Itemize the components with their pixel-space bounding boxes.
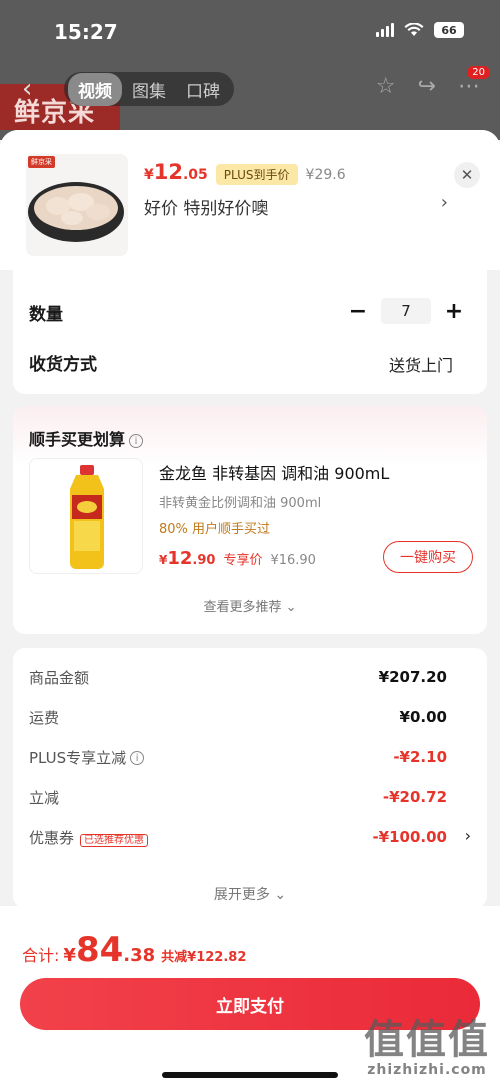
chevron-right-icon[interactable]: › [465, 826, 471, 845]
recommend-price-row: ¥12.90 专享价 ¥16.90 [159, 548, 316, 569]
recommend-original-price: ¥16.90 [270, 553, 316, 568]
media-tabs: 视频 图集 口碑 [64, 72, 234, 106]
total-row: 合计: ¥ 84 .38 共减¥122.82 [22, 930, 246, 970]
total-currency: ¥ [63, 945, 76, 966]
more-recommendations-link[interactable]: 查看更多推荐 ⌄ [13, 596, 487, 615]
delivery-method[interactable]: 送货上门 [389, 352, 453, 376]
recommend-product-image[interactable] [29, 458, 143, 574]
plus-price-tag: PLUS到手价 [215, 164, 298, 185]
star-icon[interactable]: ☆ [376, 74, 396, 99]
status-icons: 66 [376, 22, 464, 38]
delivery-label: 收货方式 [29, 355, 97, 375]
recommendation-title: 顺手买更划算 i [29, 426, 144, 450]
quantity-input[interactable] [381, 298, 431, 324]
summary-value: -¥20.72 [382, 788, 447, 806]
chevron-right-icon[interactable]: › [441, 192, 448, 213]
product-header: 鲜京采 ¥12.05 PLUS到手价 ¥29.6 好价 特别好价噢 › ✕ [0, 130, 500, 270]
recommend-hint: 80% 用户顺手买过 [159, 522, 271, 537]
product-brand-label: 鲜京采 [28, 156, 55, 168]
close-button[interactable]: ✕ [454, 162, 480, 188]
expand-more-link[interactable]: 展开更多 ⌄ [13, 884, 487, 904]
watermark: 值值值 zhizhizhi.com [364, 1018, 490, 1078]
share-icon[interactable]: ↪ [418, 74, 436, 99]
summary-row-subtotal: 商品金额 ¥207.20 [29, 666, 447, 688]
checkout-footer: 合计: ¥ 84 .38 共减¥122.82 立即支付 值值值 zhizhizh… [0, 906, 500, 1082]
home-indicator[interactable] [162, 1072, 338, 1078]
total-amount: 84 [75, 930, 124, 970]
summary-value: ¥207.20 [378, 668, 447, 686]
summary-row-plus-discount: PLUS专享立减 i -¥2.10 [29, 746, 447, 768]
total-saved: 共减¥122.82 [161, 950, 247, 965]
info-icon[interactable]: i [129, 433, 144, 448]
back-icon[interactable]: ‹ [22, 74, 32, 104]
quantity-stepper: − + [347, 298, 465, 324]
increase-button[interactable]: + [443, 299, 465, 324]
tab-reviews[interactable]: 口碑 [176, 73, 230, 106]
summary-label: 优惠券 已选推荐优惠 [29, 827, 149, 848]
summary-label: 商品金额 [29, 668, 90, 687]
recommendation-card: 顺手买更划算 i 金龙鱼 非转基因 调和油 900mL 非转黄金比例调和油 900… [13, 406, 487, 634]
original-price: ¥29.6 [305, 167, 346, 183]
watermark-url: zhizhizhi.com [367, 1062, 487, 1078]
total-decimal: .38 [123, 945, 156, 966]
exclusive-price-label: 专享价 [223, 553, 263, 568]
wifi-icon [404, 23, 424, 37]
checkout-sheet: 鲜京采 ¥12.05 PLUS到手价 ¥29.6 好价 特别好价噢 › ✕ 数量… [0, 130, 500, 1082]
tab-video[interactable]: 视频 [68, 72, 122, 106]
summary-row-discount: 立减 -¥20.72 [29, 786, 447, 808]
coupon-tag: 已选推荐优惠 [80, 833, 149, 847]
summary-row-shipping: 运费 ¥0.00 [29, 706, 447, 728]
summary-value: ¥0.00 [399, 708, 447, 726]
product-price: ¥12.05 [144, 160, 208, 184]
status-time: 15:27 [54, 20, 118, 44]
tab-gallery[interactable]: 图集 [122, 73, 176, 106]
product-price-row: ¥12.05 PLUS到手价 ¥29.6 [144, 160, 346, 185]
summary-value: -¥2.10 [393, 748, 447, 766]
summary-label: PLUS专享立减 i [29, 747, 145, 768]
recommend-price: ¥12.90 [159, 548, 216, 569]
signal-icon [376, 23, 394, 37]
more-icon[interactable]: ⋯ 20 [458, 66, 490, 99]
nav-actions: ☆ ↪ ⋯ 20 [376, 66, 490, 99]
summary-label: 立减 [29, 788, 60, 807]
product-image: 鲜京采 [26, 154, 128, 256]
quantity-label: 数量 [29, 305, 63, 325]
recommend-product-name[interactable]: 金龙鱼 非转基因 调和油 900mL [159, 460, 389, 484]
summary-value: -¥100.00 [372, 828, 447, 846]
oil-bottle-image [70, 465, 104, 569]
battery-icon: 66 [434, 22, 464, 38]
total-label: 合计: [22, 946, 60, 965]
summary-label: 运费 [29, 708, 60, 727]
one-click-buy-button[interactable]: 一键购买 [383, 541, 473, 573]
status-bar: 15:27 66 [0, 0, 500, 60]
watermark-text: 值值值 [364, 1017, 490, 1063]
order-options-card: 数量 − + 收货方式 送货上门 [13, 270, 487, 394]
info-icon[interactable]: i [130, 751, 145, 765]
decrease-button[interactable]: − [347, 299, 369, 324]
product-photo [26, 154, 128, 256]
price-summary-card: 商品金额 ¥207.20 运费 ¥0.00 PLUS专享立减 i -¥2.10 立… [13, 648, 487, 908]
recommend-product-subtitle: 非转黄金比例调和油 900ml [159, 496, 322, 511]
product-description[interactable]: 好价 特别好价噢 [144, 194, 268, 219]
background-nav: ‹ 视频 图集 口碑 ☆ ↪ ⋯ 20 [0, 66, 500, 108]
message-badge: 20 [467, 66, 490, 79]
summary-row-coupon[interactable]: 优惠券 已选推荐优惠 -¥100.00 [29, 826, 447, 848]
